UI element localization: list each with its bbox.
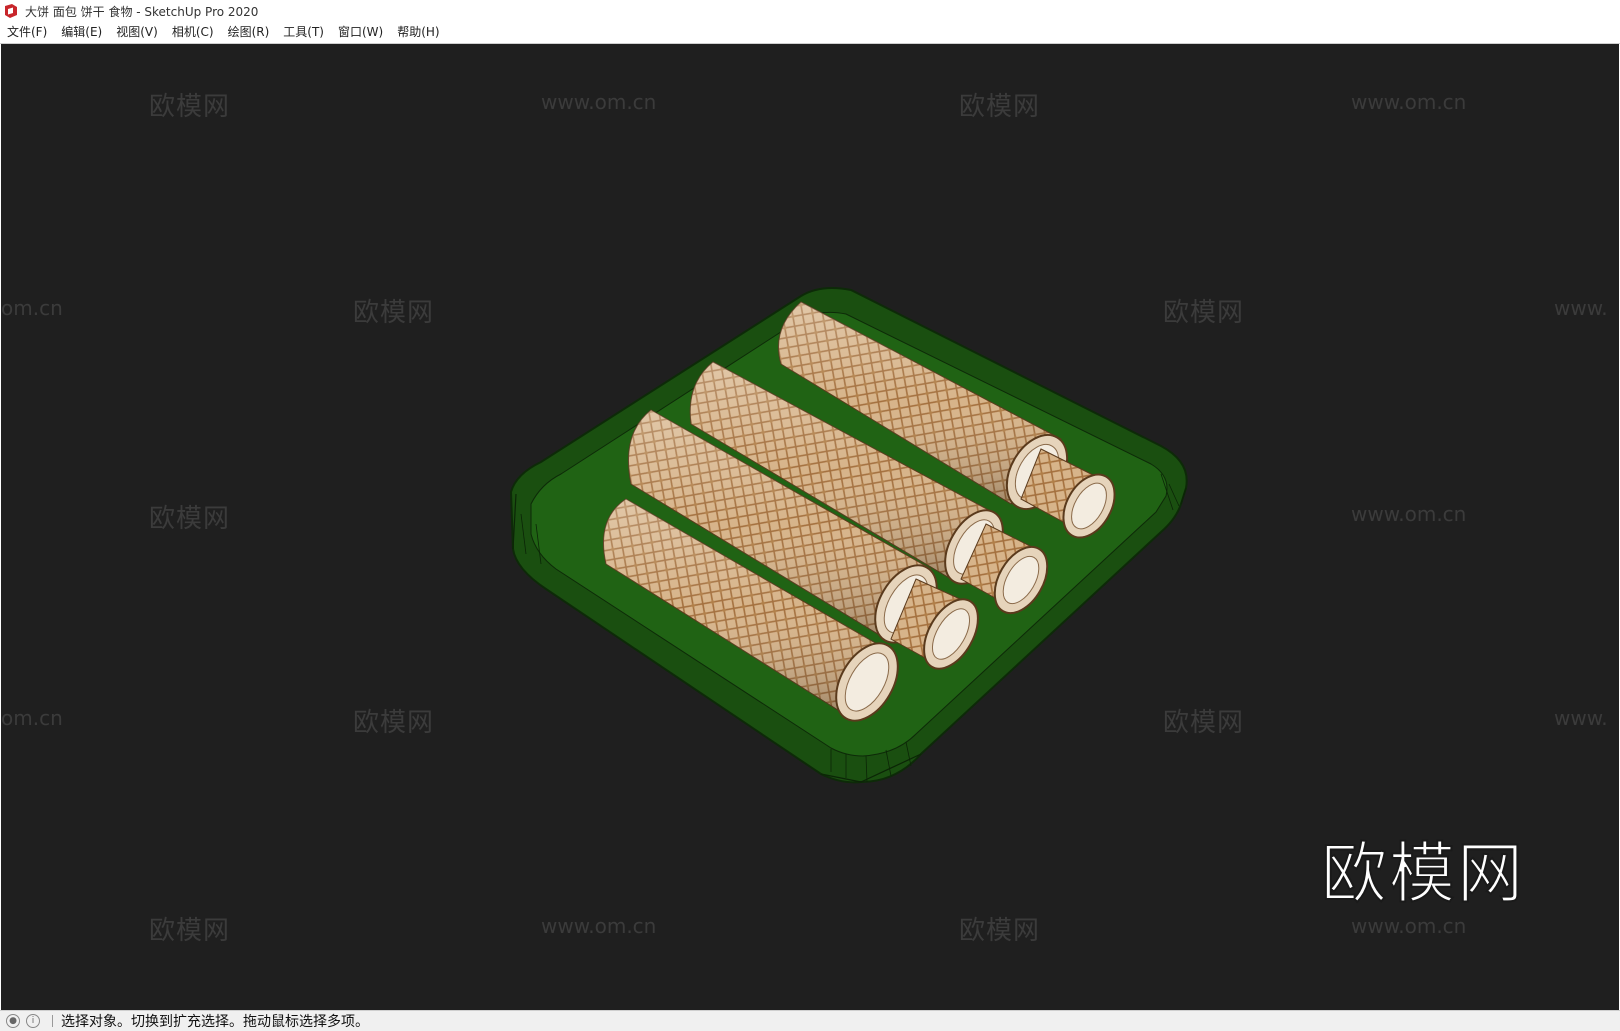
status-bar: ● i 选择对象。切换到扩充选择。拖动鼠标选择多项。 [0, 1010, 1620, 1031]
title-bar: 大饼 面包 饼干 食物 - SketchUp Pro 2020 [0, 0, 1620, 22]
status-message: 选择对象。切换到扩充选择。拖动鼠标选择多项。 [61, 1014, 369, 1030]
model-viewport[interactable]: 欧模网 www.om.cn 欧模网 www.om.cn om.cn 欧模网 欧模… [1, 44, 1619, 1010]
menu-camera[interactable]: 相机(C) [165, 22, 221, 43]
menu-window[interactable]: 窗口(W) [331, 22, 390, 43]
menu-edit[interactable]: 编辑(E) [54, 22, 109, 43]
menu-help[interactable]: 帮助(H) [390, 22, 446, 43]
sketchup-icon [5, 4, 17, 18]
menu-bar: 文件(F) 编辑(E) 视图(V) 相机(C) 绘图(R) 工具(T) 窗口(W… [0, 22, 1620, 44]
watermark-brand-large: 欧模网 [1320, 834, 1525, 913]
menu-view[interactable]: 视图(V) [109, 22, 165, 43]
geo-location-icon[interactable]: ● [6, 1014, 20, 1028]
info-icon[interactable]: i [26, 1014, 40, 1028]
status-separator [52, 1015, 53, 1027]
menu-tools[interactable]: 工具(T) [276, 22, 331, 43]
window-title: 大饼 面包 饼干 食物 - SketchUp Pro 2020 [25, 4, 259, 19]
menu-draw[interactable]: 绘图(R) [221, 22, 277, 43]
menu-file[interactable]: 文件(F) [0, 22, 54, 43]
